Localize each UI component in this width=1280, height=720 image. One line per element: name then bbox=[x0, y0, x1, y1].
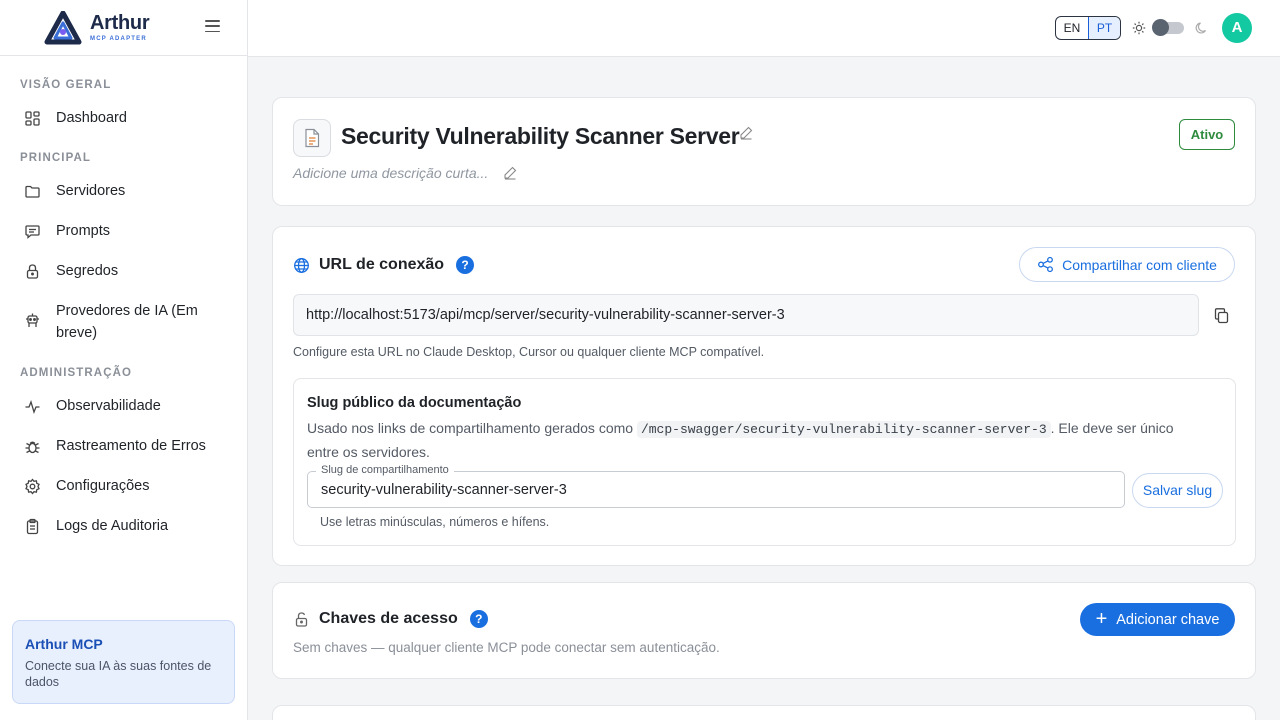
section-principal: PRINCIPAL bbox=[20, 152, 92, 164]
sidebar-item-servidores[interactable]: Servidores bbox=[24, 182, 234, 202]
sun-icon bbox=[1132, 21, 1146, 35]
connection-card: URL de conexão ? Compartilhar com client… bbox=[272, 226, 1256, 566]
slug-input[interactable]: Slug de compartilhamento security-vulner… bbox=[307, 464, 1125, 508]
menu-icon[interactable] bbox=[205, 20, 220, 34]
theme-toggle[interactable] bbox=[1152, 19, 1184, 36]
connection-help-icon[interactable]: ? bbox=[456, 256, 475, 274]
no-keys-text: Sem chaves — qualquer cliente MCP pode c… bbox=[293, 640, 720, 655]
share-icon bbox=[1038, 256, 1054, 273]
folder-icon bbox=[25, 185, 40, 198]
avatar[interactable]: A bbox=[1222, 13, 1252, 43]
server-title: Security Vulnerability Scanner Server bbox=[341, 123, 740, 149]
dashboard-icon bbox=[25, 111, 40, 126]
slug-input-value: security-vulnerability-scanner-server-3 bbox=[321, 482, 567, 498]
sidebar-item-label: Dashboard bbox=[56, 110, 127, 126]
sidebar-item-dashboard[interactable]: Dashboard bbox=[24, 109, 234, 129]
slug-description: Usado nos links de compartilhamento gera… bbox=[307, 420, 1174, 460]
brand-name: Arthur bbox=[90, 12, 150, 34]
arthur-logo-icon bbox=[44, 10, 82, 44]
server-header-card: Security Vulnerability Scanner Server Ad… bbox=[272, 97, 1256, 206]
sidebar-item-label: Configurações bbox=[56, 478, 150, 494]
slug-title: Slug público da documentação bbox=[307, 395, 522, 411]
promo-text: Conecte sua IA às suas fontes de dados bbox=[25, 659, 212, 689]
connection-url-field[interactable]: http://localhost:5173/api/mcp/server/sec… bbox=[293, 294, 1199, 336]
topbar: EN PT A bbox=[248, 0, 1280, 57]
message-icon bbox=[25, 225, 40, 239]
sidebar: Arthur MCP ADAPTER VISÃO GERAL Dashboard… bbox=[0, 0, 248, 720]
section-visao-geral: VISÃO GERAL bbox=[20, 79, 112, 91]
connection-header: URL de conexão ? bbox=[293, 256, 475, 274]
share-with-client-button[interactable]: Compartilhar com cliente bbox=[1019, 247, 1235, 282]
sidebar-item-observabilidade[interactable]: Observabilidade bbox=[24, 397, 234, 417]
add-key-label: Adicionar chave bbox=[1116, 611, 1220, 628]
lock-icon bbox=[26, 264, 39, 279]
unlock-icon bbox=[295, 611, 308, 627]
sidebar-item-provedores-ia[interactable]: Provedores de IA (Em breve) bbox=[24, 302, 234, 344]
moon-icon bbox=[1195, 22, 1207, 34]
sidebar-item-label: Provedores de IA (Em breve) bbox=[56, 303, 198, 341]
bug-icon bbox=[25, 441, 40, 454]
lang-pt-button[interactable]: PT bbox=[1088, 17, 1120, 39]
promo-card: Arthur MCP Conecte sua IA às suas fontes… bbox=[12, 620, 235, 704]
access-keys-header: Chaves de acesso ? bbox=[293, 610, 488, 628]
promo-title: Arthur MCP bbox=[25, 636, 103, 652]
copy-icon[interactable] bbox=[1213, 307, 1230, 324]
sidebar-item-label: Observabilidade bbox=[56, 398, 161, 414]
sidebar-item-prompts[interactable]: Prompts bbox=[24, 222, 234, 242]
access-keys-help-icon[interactable]: ? bbox=[469, 610, 488, 628]
sidebar-item-label: Rastreamento de Erros bbox=[56, 438, 206, 454]
access-keys-title: Chaves de acesso bbox=[319, 610, 458, 627]
sidebar-item-label: Logs de Auditoria bbox=[56, 518, 169, 534]
save-slug-button[interactable]: Salvar slug bbox=[1132, 473, 1223, 508]
sidebar-item-segredos[interactable]: Segredos bbox=[24, 262, 234, 282]
sidebar-item-configuracoes[interactable]: Configurações bbox=[24, 477, 234, 497]
slug-hint: Use letras minúsculas, números e hífens. bbox=[320, 515, 550, 529]
brand-subtitle: MCP ADAPTER bbox=[90, 36, 147, 42]
slug-section: Slug público da documentação Usado nos l… bbox=[293, 378, 1236, 546]
next-card bbox=[272, 705, 1256, 720]
section-administracao: ADMINISTRAÇÃO bbox=[20, 367, 133, 379]
access-keys-card: Chaves de acesso ? + Adicionar chave Sem… bbox=[272, 582, 1256, 679]
brand: Arthur MCP ADAPTER bbox=[0, 0, 247, 56]
document-icon bbox=[293, 119, 331, 157]
edit-title-icon[interactable] bbox=[739, 126, 753, 140]
share-label: Compartilhar com cliente bbox=[1062, 256, 1217, 273]
sidebar-item-label: Prompts bbox=[56, 223, 110, 239]
status-badge: Ativo bbox=[1179, 119, 1235, 150]
sidebar-item-label: Segredos bbox=[56, 263, 119, 279]
clipboard-icon bbox=[26, 518, 39, 535]
sidebar-item-label: Servidores bbox=[56, 183, 126, 199]
sidebar-item-rastreamento-erros[interactable]: Rastreamento de Erros bbox=[24, 437, 234, 457]
gear-icon bbox=[25, 478, 40, 495]
add-key-button[interactable]: + Adicionar chave bbox=[1080, 603, 1235, 636]
slug-example-path: /mcp-swagger/security-vulnerability-scan… bbox=[636, 421, 1051, 438]
sidebar-item-logs-auditoria[interactable]: Logs de Auditoria bbox=[24, 517, 234, 537]
connection-help-text: Configure esta URL no Claude Desktop, Cu… bbox=[293, 345, 765, 359]
connection-title: URL de conexão bbox=[319, 256, 445, 273]
globe-icon bbox=[294, 257, 309, 273]
robot-icon bbox=[26, 313, 39, 327]
edit-description-icon[interactable] bbox=[503, 166, 517, 180]
plus-icon: + bbox=[1095, 607, 1108, 630]
description-placeholder[interactable]: Adicione uma descrição curta... bbox=[293, 165, 488, 181]
pulse-icon bbox=[25, 400, 40, 414]
lang-en-button[interactable]: EN bbox=[1056, 17, 1088, 39]
language-switcher: EN PT bbox=[1055, 16, 1121, 40]
